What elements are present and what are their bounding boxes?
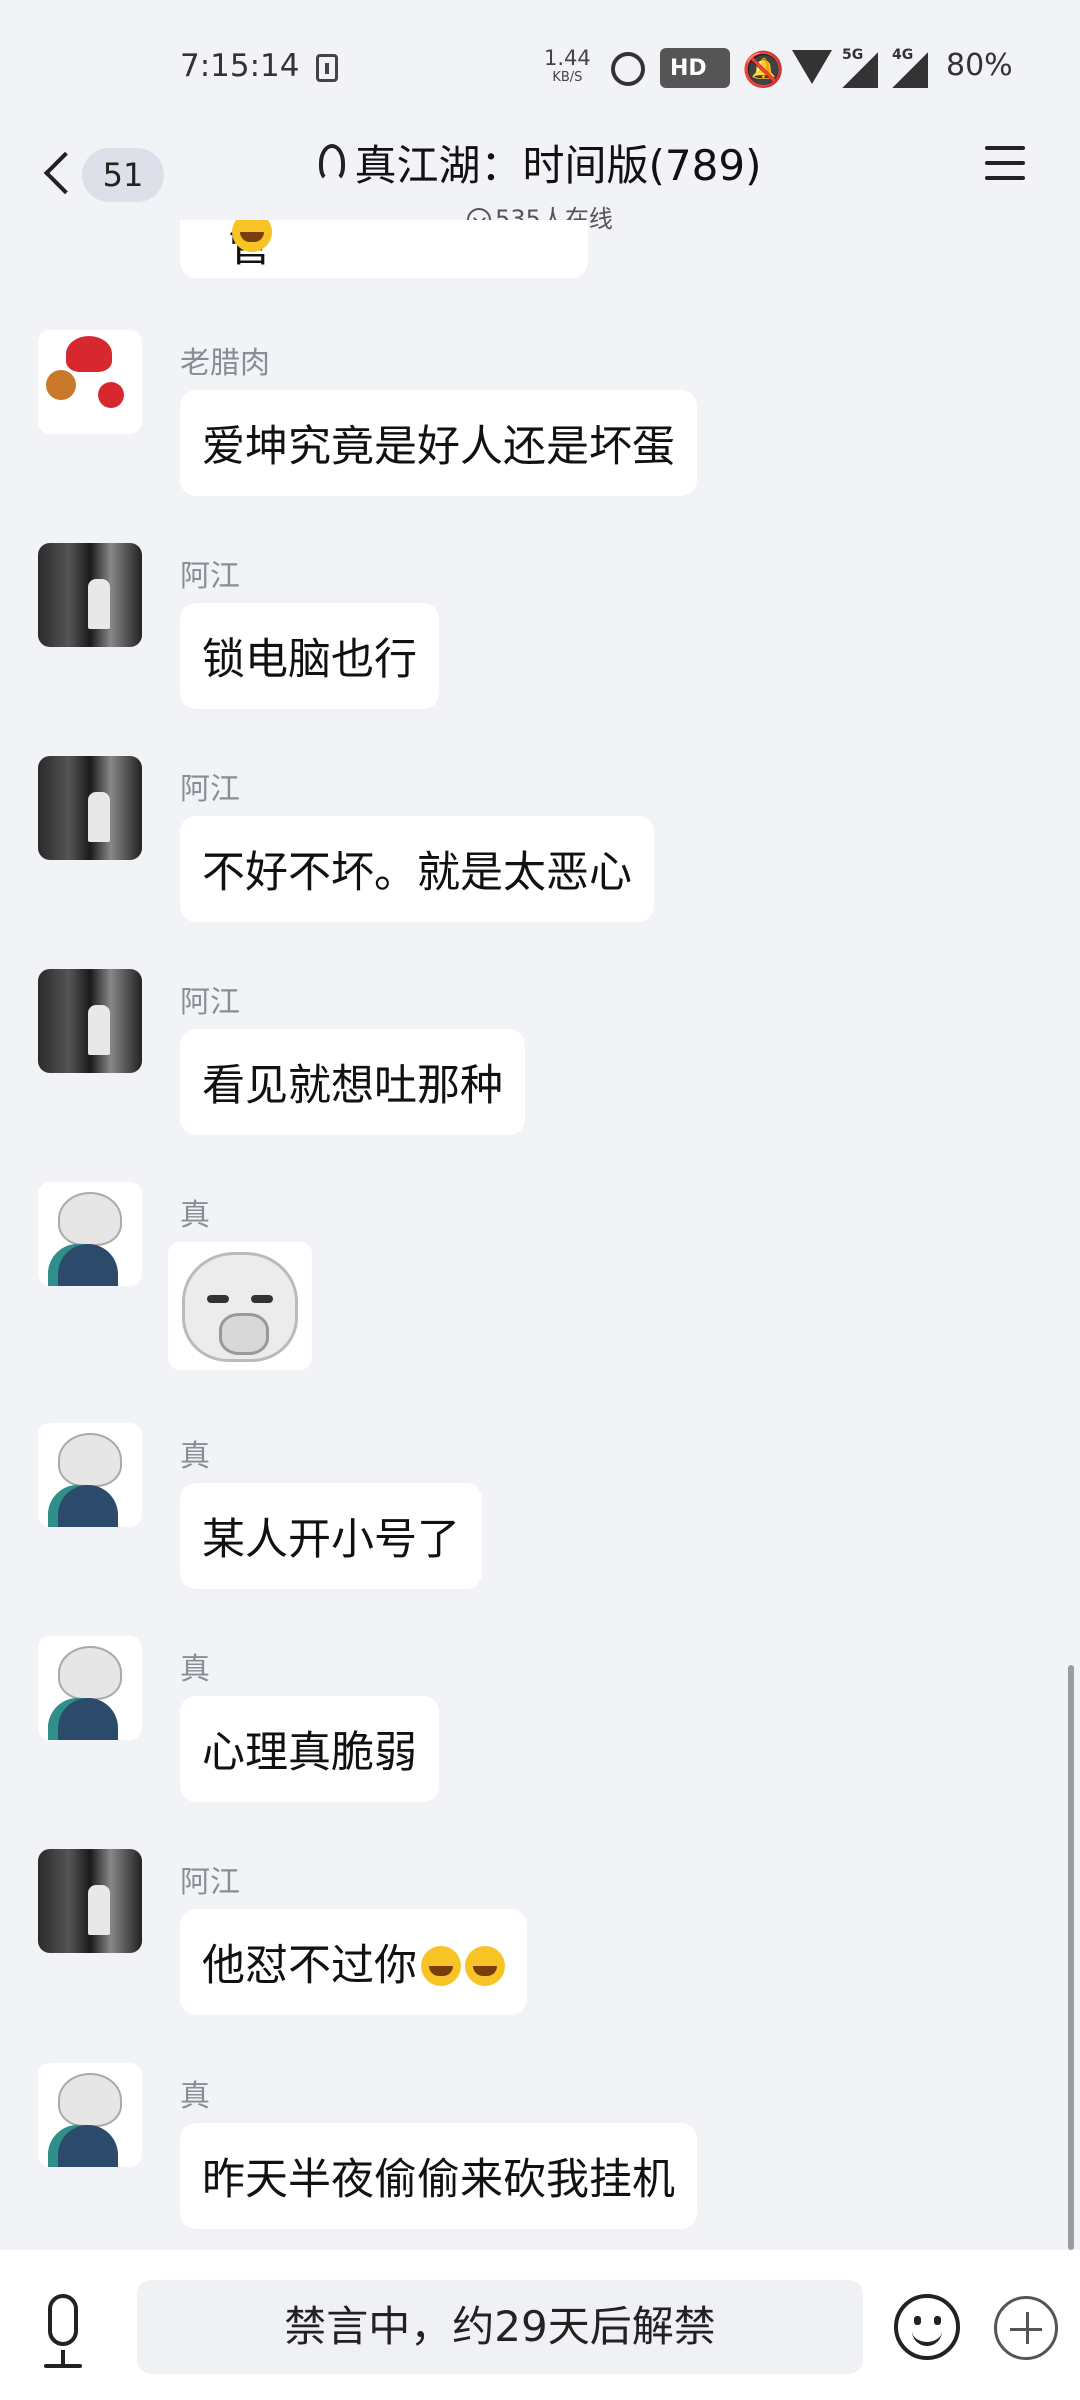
laugh-cry-emoji-icon bbox=[421, 1946, 461, 1986]
avatar[interactable] bbox=[38, 1423, 142, 1527]
sender-name: 阿江 bbox=[180, 985, 240, 1020]
laugh-cry-emoji-icon bbox=[465, 1946, 505, 1986]
emoji-icon[interactable] bbox=[894, 2294, 960, 2360]
input-bar: 禁言中，约29天后解禁 bbox=[0, 2250, 1080, 2400]
plus-icon[interactable] bbox=[994, 2296, 1058, 2360]
message-text: 他怼不过你 bbox=[202, 1941, 417, 1991]
signal-4g-icon bbox=[892, 52, 928, 88]
avatar[interactable] bbox=[38, 2063, 142, 2167]
message-bubble[interactable]: 他怼不过你 bbox=[180, 1909, 527, 2015]
microphone-icon[interactable] bbox=[36, 2294, 90, 2370]
sender-name: 阿江 bbox=[180, 559, 240, 594]
download-icon bbox=[316, 54, 338, 82]
avatar[interactable] bbox=[38, 1182, 142, 1286]
sender-name: 真 bbox=[180, 2079, 210, 2114]
sender-name: 阿江 bbox=[180, 772, 240, 807]
muted-input-field[interactable]: 禁言中，约29天后解禁 bbox=[137, 2280, 863, 2374]
status-bar: 7:15:14 1.44 KB/S HD 🔕 5G 4G 80% bbox=[0, 0, 1080, 132]
message-list[interactable]: 管理不能封ip么 老腊肉 爱坤究竟是好人还是坏蛋 阿江 锁电脑也行 阿江 不好不… bbox=[0, 220, 1080, 2250]
ear-icon bbox=[318, 143, 345, 182]
status-time: 7:15:14 bbox=[180, 48, 300, 84]
message-bubble[interactable]: 管理不能封ip么 bbox=[180, 220, 588, 278]
message-bubble[interactable]: 看见就想吐那种 bbox=[180, 1029, 525, 1135]
wifi-icon bbox=[792, 50, 832, 84]
cat-face-sticker-icon bbox=[182, 1252, 298, 1362]
message-bubble[interactable]: 昨天半夜偷偷来砍我挂机 bbox=[180, 2123, 697, 2229]
avatar[interactable] bbox=[38, 1636, 142, 1740]
avatar[interactable] bbox=[38, 1849, 142, 1953]
unread-count-badge: 51 bbox=[82, 148, 164, 202]
net-speed: 1.44 KB/S bbox=[544, 46, 591, 85]
sender-name: 真 bbox=[180, 1198, 210, 1233]
avatar[interactable] bbox=[38, 756, 142, 860]
sender-name: 阿江 bbox=[180, 1865, 240, 1900]
back-button[interactable]: 51 bbox=[40, 146, 164, 202]
message-bubble[interactable]: 某人开小号了 bbox=[180, 1483, 482, 1589]
message-bubble[interactable]: 锁电脑也行 bbox=[180, 603, 439, 709]
avatar[interactable] bbox=[38, 969, 142, 1073]
group-title: 真江湖：时间版(789) bbox=[354, 141, 762, 190]
hd-icon: HD bbox=[660, 48, 730, 88]
menu-icon[interactable] bbox=[985, 146, 1025, 186]
sender-name: 真 bbox=[180, 1652, 210, 1687]
sender-name: 真 bbox=[180, 1439, 210, 1474]
avatar[interactable] bbox=[38, 330, 142, 434]
avatar[interactable] bbox=[38, 543, 142, 647]
title-area[interactable]: 真江湖：时间版(789) 535人在线 bbox=[270, 132, 810, 234]
sticker-image[interactable] bbox=[168, 1242, 312, 1370]
signal-5g-icon bbox=[842, 52, 878, 88]
mute-icon: 🔕 bbox=[742, 50, 785, 90]
battery-level: 80% bbox=[946, 48, 1013, 83]
message-bubble[interactable]: 心理真脆弱 bbox=[180, 1696, 439, 1802]
chevron-left-icon bbox=[43, 151, 87, 195]
alarm-icon bbox=[611, 52, 645, 86]
sender-name: 老腊肉 bbox=[180, 346, 270, 381]
scrollbar[interactable] bbox=[1068, 1665, 1074, 2250]
message-bubble[interactable]: 爱坤究竟是好人还是坏蛋 bbox=[180, 390, 697, 496]
message-bubble[interactable]: 不好不坏。就是太恶心 bbox=[180, 816, 654, 922]
